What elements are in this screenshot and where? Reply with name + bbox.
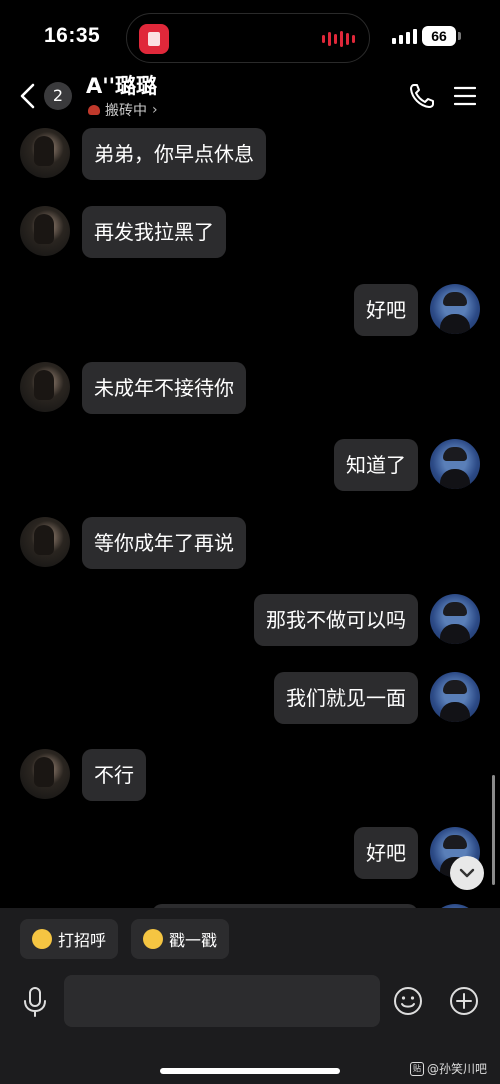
watermark: 贴 @孙笑川吧 (410, 1060, 487, 1077)
signal-icon (392, 28, 417, 44)
hat-emoji-icon (88, 105, 100, 115)
recording-app-icon (139, 24, 169, 54)
home-indicator[interactable] (160, 1068, 340, 1074)
my-avatar[interactable] (430, 594, 480, 644)
message-bubble[interactable]: 好吧 (354, 284, 418, 336)
contact-avatar[interactable] (20, 128, 70, 178)
plus-icon[interactable] (449, 986, 479, 1016)
battery-icon: 66 (422, 26, 456, 46)
quick-reply-label: 戳一戳 (169, 931, 218, 950)
message-row: 等你成年了再说 (0, 515, 500, 571)
message-row: 未成年不接待你 (0, 360, 500, 416)
dynamic-island[interactable] (126, 13, 370, 63)
quick-reply-greet[interactable]: 打招呼 (20, 919, 119, 959)
quick-reply-poke[interactable]: 戳一戳 (131, 919, 230, 959)
message-row: 弟弟，你早点休息 (0, 126, 500, 182)
composer-panel: 打招呼 戳一戳 贴 @孙笑川吧 (0, 908, 500, 1084)
poke-emoji-icon (143, 929, 163, 949)
message-bubble[interactable]: 我们就见一面 (274, 672, 418, 724)
wave-emoji-icon (32, 929, 52, 949)
message-bubble[interactable]: 未成年不接待你 (82, 362, 246, 414)
contact-avatar[interactable] (20, 749, 70, 799)
emoji-icon[interactable] (393, 986, 423, 1016)
my-avatar[interactable] (430, 672, 480, 722)
contact-avatar[interactable] (20, 206, 70, 256)
unread-badge[interactable]: 2 (44, 82, 72, 110)
message-bubble[interactable]: 好吧 (354, 827, 418, 879)
chat-header: 2 A''璐璐 搬砖中 › (0, 64, 500, 124)
message-row: 那我不做可以吗 (0, 592, 500, 648)
audio-wave-icon (322, 31, 355, 47)
message-bubble[interactable]: 那我不做可以吗 (254, 594, 418, 646)
scrollbar[interactable] (492, 775, 495, 885)
scroll-to-bottom-button[interactable] (450, 856, 484, 890)
status-time: 16:35 (44, 24, 101, 47)
microphone-icon[interactable] (22, 986, 48, 1018)
message-row: 好吧 (0, 825, 500, 881)
tieba-logo-icon: 贴 (410, 1061, 424, 1076)
contact-name[interactable]: A''璐璐 (86, 70, 157, 100)
message-input[interactable] (64, 975, 380, 1027)
status-text: 搬砖中 (105, 103, 147, 119)
back-arrow-icon[interactable] (16, 82, 40, 110)
chevron-down-icon (459, 868, 475, 878)
contact-avatar[interactable] (20, 362, 70, 412)
contact-avatar[interactable] (20, 517, 70, 567)
my-avatar[interactable] (430, 439, 480, 489)
message-bubble[interactable]: 等你成年了再说 (82, 517, 246, 569)
my-avatar[interactable] (430, 284, 480, 334)
watermark-text: @孙笑川吧 (427, 1062, 488, 1076)
message-list[interactable]: 弟弟，你早点休息 再发我拉黑了 好吧 未成年不接待你 知道了 等你成年了再说 那… (0, 124, 500, 910)
message-bubble[interactable]: 知道了 (334, 439, 418, 491)
message-row: 不行 (0, 747, 500, 803)
menu-icon[interactable] (454, 86, 476, 106)
chevron-right-icon: › (152, 102, 158, 118)
battery-tip (458, 32, 461, 40)
status-bar: 16:35 66 (0, 0, 500, 70)
message-bubble[interactable]: 再发我拉黑了 (82, 206, 226, 258)
message-row: 好吧 (0, 282, 500, 338)
message-bubble[interactable]: 弟弟，你早点休息 (82, 128, 266, 180)
contact-status[interactable]: 搬砖中 › (88, 100, 158, 120)
message-row: 再发我拉黑了 (0, 204, 500, 260)
message-row: 知道了 (0, 437, 500, 493)
message-row: 我们就见一面 (0, 670, 500, 726)
quick-reply-label: 打招呼 (58, 931, 107, 950)
phone-icon[interactable] (408, 82, 436, 110)
message-bubble[interactable]: 不行 (82, 749, 146, 801)
